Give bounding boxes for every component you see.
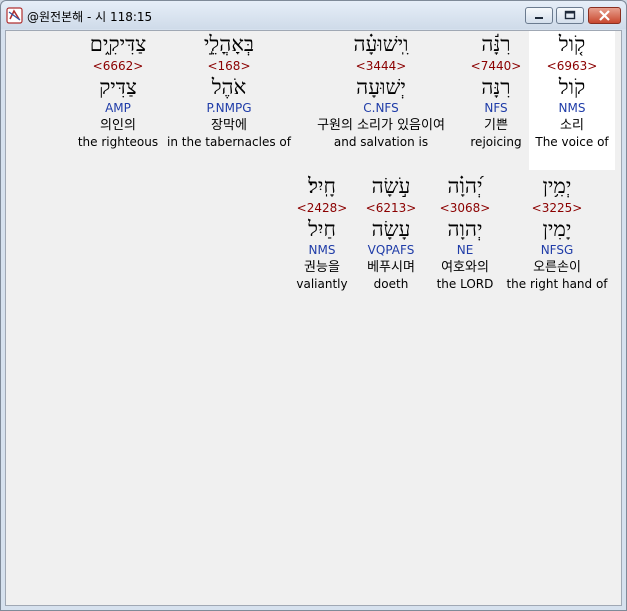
hebrew-word: עֹ֣שָׂה — [371, 174, 411, 198]
hebrew-lemma: יְשׁוּעָה — [356, 75, 406, 99]
english-gloss: rejoicing — [470, 135, 522, 149]
strong-number[interactable]: <3068> — [426, 201, 504, 215]
english-gloss: valiantly — [296, 277, 348, 291]
korean-gloss: 구원의 소리가 있음이여 — [317, 118, 445, 133]
app-window: @원전본해 - 시 118:15 קֹ֤ול <6963> קֹול NMS 소… — [0, 0, 627, 611]
word-cell[interactable]: וִֽישׁוּעָ֗ה <3444> יְשׁוּעָה C.NFS 구원의 … — [297, 31, 465, 149]
english-gloss: the right hand of — [506, 277, 608, 291]
word-cell[interactable]: רִנָּ֬ה <7440> רִנָּה NFS 기쁜 rejoicing — [453, 31, 539, 149]
hebrew-word: צַדִּיקִ֑ים — [89, 32, 147, 56]
strong-number[interactable]: <168> — [167, 59, 291, 73]
hebrew-word: וִֽישׁוּעָ֗ה — [353, 32, 409, 56]
korean-gloss: 베푸시며 — [367, 260, 415, 275]
window-title: @원전본해 - 시 118:15 — [27, 10, 153, 24]
hebrew-word: רִנָּ֬ה — [481, 32, 511, 56]
hebrew-word: יְמִ֥ין — [542, 174, 572, 198]
strong-number[interactable]: <6213> — [353, 201, 429, 215]
word-cell[interactable]: עֹ֣שָׂה <6213> עָשָׂה VQPAFS 베푸시며 doeth — [353, 173, 429, 291]
hebrew-word: קֹ֤ול — [558, 32, 586, 56]
maximize-icon — [564, 10, 576, 20]
word-cell[interactable]: בְּאָהֳלֵ֣י <168> אֹהֶל P.NMPG 장막에 in th… — [167, 31, 291, 149]
word-cell[interactable]: חָֽיִל׃ <2428> חַיִל NMS 권능을 valiantly — [292, 173, 352, 291]
english-gloss: in the tabernacles of — [167, 135, 291, 149]
minimize-button[interactable] — [525, 7, 553, 24]
korean-gloss: 권능을 — [304, 260, 340, 275]
interlinear-panel: קֹ֤ול <6963> קֹול NMS 소리 The voice of רִ… — [5, 30, 622, 606]
strong-number[interactable]: <6963> — [529, 59, 615, 73]
parsing-code: AMP — [105, 101, 131, 115]
hebrew-word: בְּאָהֳלֵ֣י — [203, 32, 255, 56]
parsing-code: NFSG — [540, 243, 574, 257]
korean-gloss: 소리 — [560, 118, 584, 133]
english-gloss: the LORD — [436, 277, 494, 291]
app-logo-icon — [6, 7, 23, 24]
parsing-code: NMS — [308, 243, 336, 257]
close-icon — [599, 10, 610, 21]
english-gloss: The voice of — [535, 135, 609, 149]
maximize-button[interactable] — [556, 7, 584, 24]
korean-gloss: 기쁜 — [484, 118, 508, 133]
korean-gloss: 오른손이 — [533, 260, 581, 275]
parsing-code: NE — [456, 243, 474, 257]
minimize-icon — [535, 17, 543, 19]
parsing-code: NMS — [558, 101, 586, 115]
parsing-code: C.NFS — [363, 101, 399, 115]
korean-gloss: 여호와의 — [441, 260, 489, 275]
word-cell[interactable]: יְמִ֥ין <3225> יָמִין NFSG 오른손이 the righ… — [504, 173, 610, 291]
word-cell[interactable]: יְ֝הוָ֗ה <3068> יְהוָה NE 여호와의 the LORD — [426, 173, 504, 291]
hebrew-lemma: צַדִּיק — [99, 75, 137, 99]
hebrew-lemma: עָשָׂה — [371, 217, 411, 241]
english-gloss: and salvation is — [333, 135, 429, 149]
strong-number[interactable]: <3444> — [297, 59, 465, 73]
parsing-code: NFS — [484, 101, 508, 115]
hebrew-lemma: רִנָּה — [481, 75, 511, 99]
word-cell[interactable]: קֹ֤ול <6963> קֹול NMS 소리 The voice of — [529, 31, 615, 170]
close-button[interactable] — [588, 7, 621, 24]
english-gloss: the righteous — [77, 135, 159, 149]
strong-number[interactable]: <6662> — [76, 59, 160, 73]
parsing-code: P.NMPG — [206, 101, 252, 115]
strong-number[interactable]: <2428> — [292, 201, 352, 215]
parsing-code: VQPAFS — [367, 243, 415, 257]
hebrew-lemma: יָמִין — [542, 217, 572, 241]
hebrew-lemma: חַיִל — [308, 217, 336, 241]
strong-number[interactable]: <3225> — [504, 201, 610, 215]
word-cell[interactable]: צַדִּיקִ֑ים <6662> צַדִּיק AMP 의인의 the r… — [76, 31, 160, 149]
hebrew-lemma: יְהוָה — [447, 217, 483, 241]
hebrew-lemma: אֹהֶל — [211, 75, 247, 99]
strong-number[interactable]: <7440> — [453, 59, 539, 73]
hebrew-lemma: קֹול — [558, 75, 586, 99]
english-gloss: doeth — [373, 277, 409, 291]
korean-gloss: 장막에 — [211, 118, 247, 133]
korean-gloss: 의인의 — [100, 118, 136, 133]
hebrew-word: יְ֝הוָ֗ה — [447, 174, 483, 198]
hebrew-word: חָֽיִל׃ — [308, 174, 336, 198]
title-bar[interactable]: @원전본해 - 시 118:15 — [1, 1, 626, 29]
